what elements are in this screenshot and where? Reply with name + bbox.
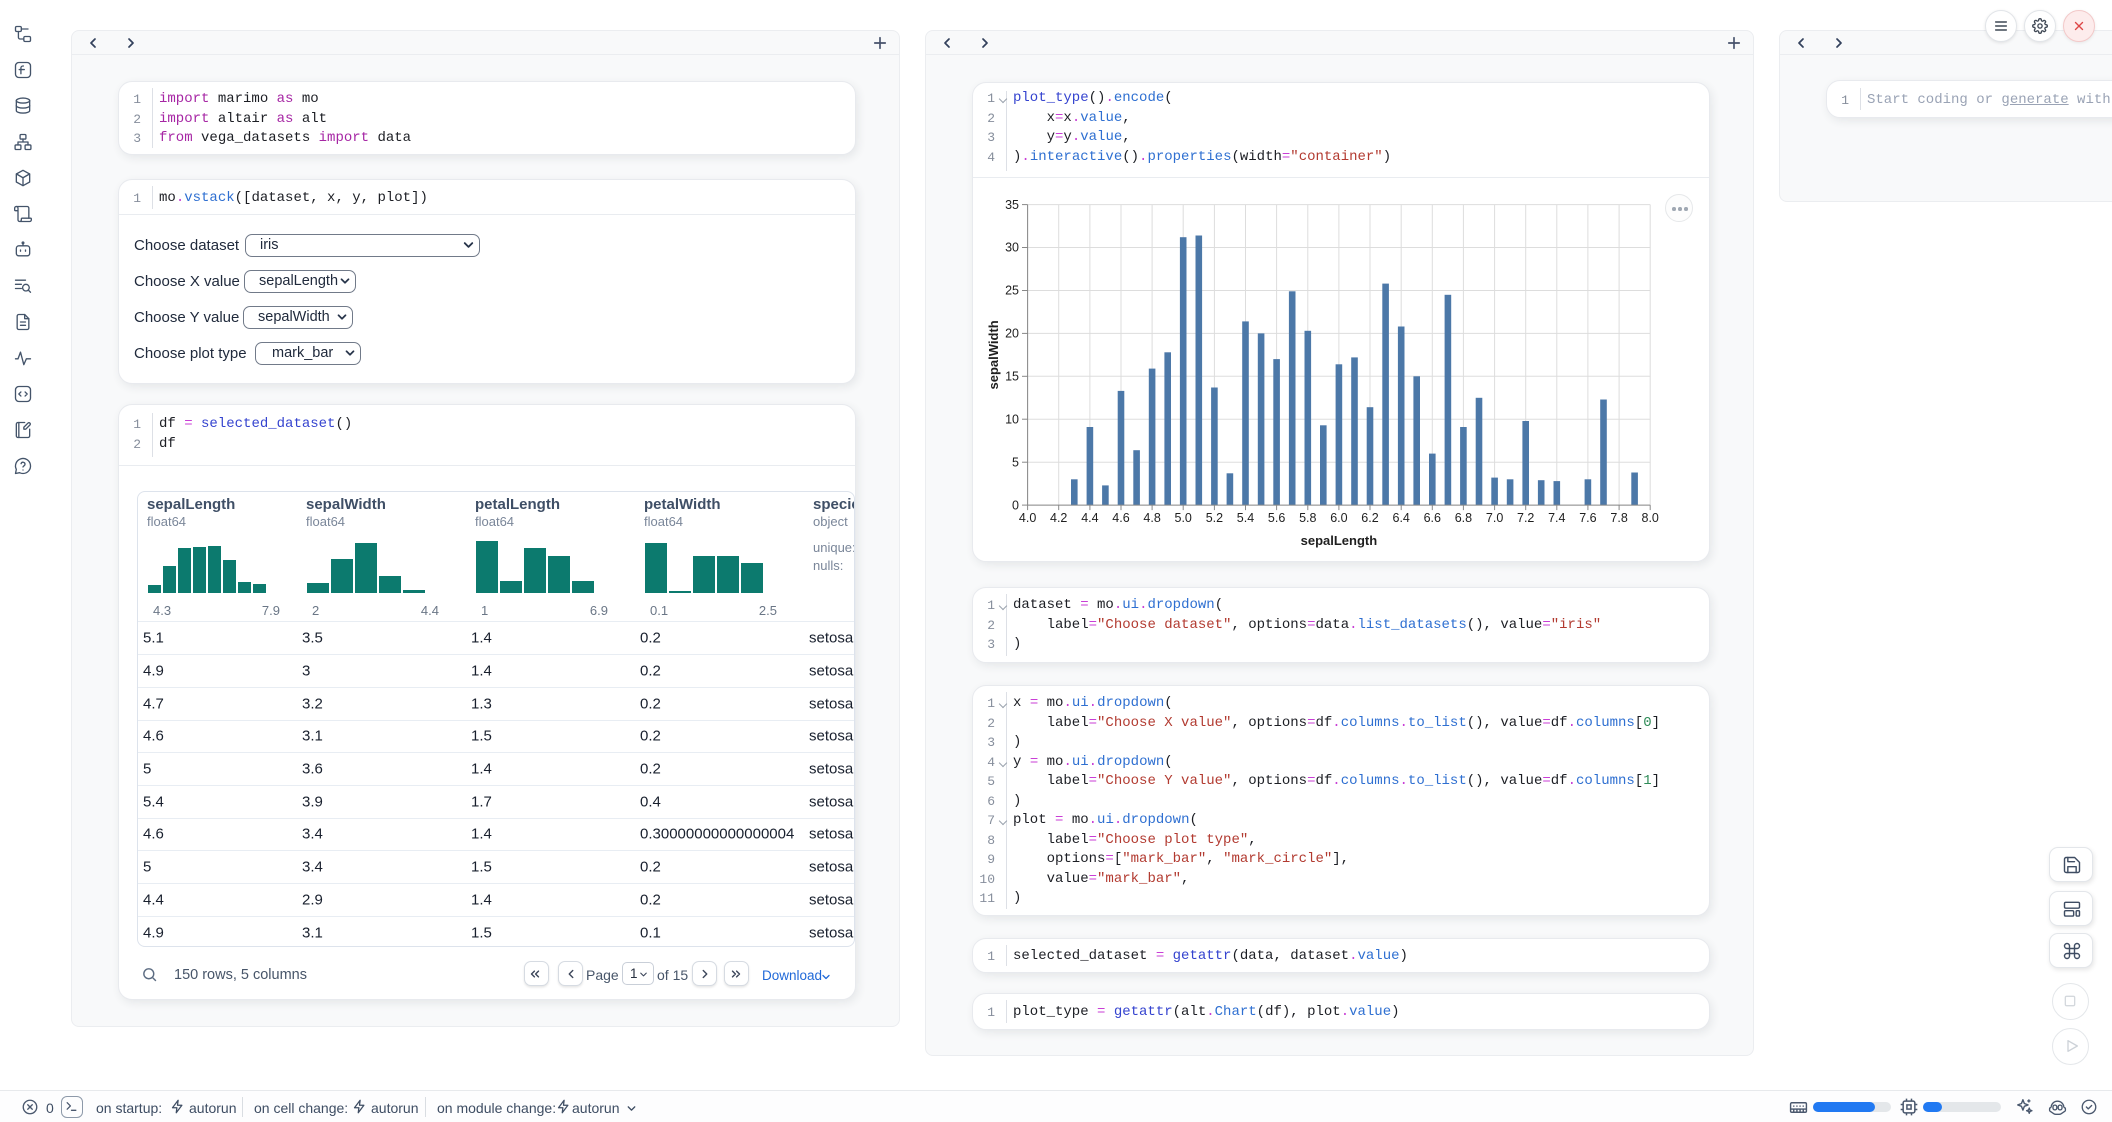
svg-text:6.0: 6.0 bbox=[1330, 511, 1347, 525]
svg-text:4.0: 4.0 bbox=[1019, 511, 1036, 525]
svg-text:30: 30 bbox=[1005, 240, 1019, 254]
svg-text:7.2: 7.2 bbox=[1517, 511, 1534, 525]
svg-text:6.2: 6.2 bbox=[1361, 511, 1378, 525]
svg-text:4.8: 4.8 bbox=[1143, 511, 1160, 525]
svg-text:sepalWidth: sepalWidth bbox=[986, 320, 1001, 389]
svg-text:35: 35 bbox=[1005, 197, 1019, 211]
svg-text:15: 15 bbox=[1005, 369, 1019, 383]
svg-text:7.4: 7.4 bbox=[1548, 511, 1565, 525]
svg-text:25: 25 bbox=[1005, 283, 1019, 297]
svg-text:5.4: 5.4 bbox=[1237, 511, 1254, 525]
svg-text:6.6: 6.6 bbox=[1424, 511, 1441, 525]
svg-text:5.8: 5.8 bbox=[1299, 511, 1316, 525]
svg-text:4.4: 4.4 bbox=[1081, 511, 1098, 525]
svg-text:sepalLength: sepalLength bbox=[1301, 533, 1378, 548]
svg-text:5: 5 bbox=[1012, 455, 1019, 469]
svg-text:7.6: 7.6 bbox=[1579, 511, 1596, 525]
svg-text:10: 10 bbox=[1005, 412, 1019, 426]
svg-text:6.8: 6.8 bbox=[1455, 511, 1472, 525]
svg-text:8.0: 8.0 bbox=[1642, 511, 1659, 525]
svg-text:6.4: 6.4 bbox=[1393, 511, 1410, 525]
svg-text:7.8: 7.8 bbox=[1610, 511, 1627, 525]
svg-text:5.0: 5.0 bbox=[1175, 511, 1192, 525]
svg-text:7.0: 7.0 bbox=[1486, 511, 1503, 525]
svg-text:20: 20 bbox=[1005, 326, 1019, 340]
svg-text:5.2: 5.2 bbox=[1206, 511, 1223, 525]
svg-text:4.2: 4.2 bbox=[1050, 511, 1067, 525]
svg-text:5.6: 5.6 bbox=[1268, 511, 1285, 525]
svg-text:4.6: 4.6 bbox=[1112, 511, 1129, 525]
